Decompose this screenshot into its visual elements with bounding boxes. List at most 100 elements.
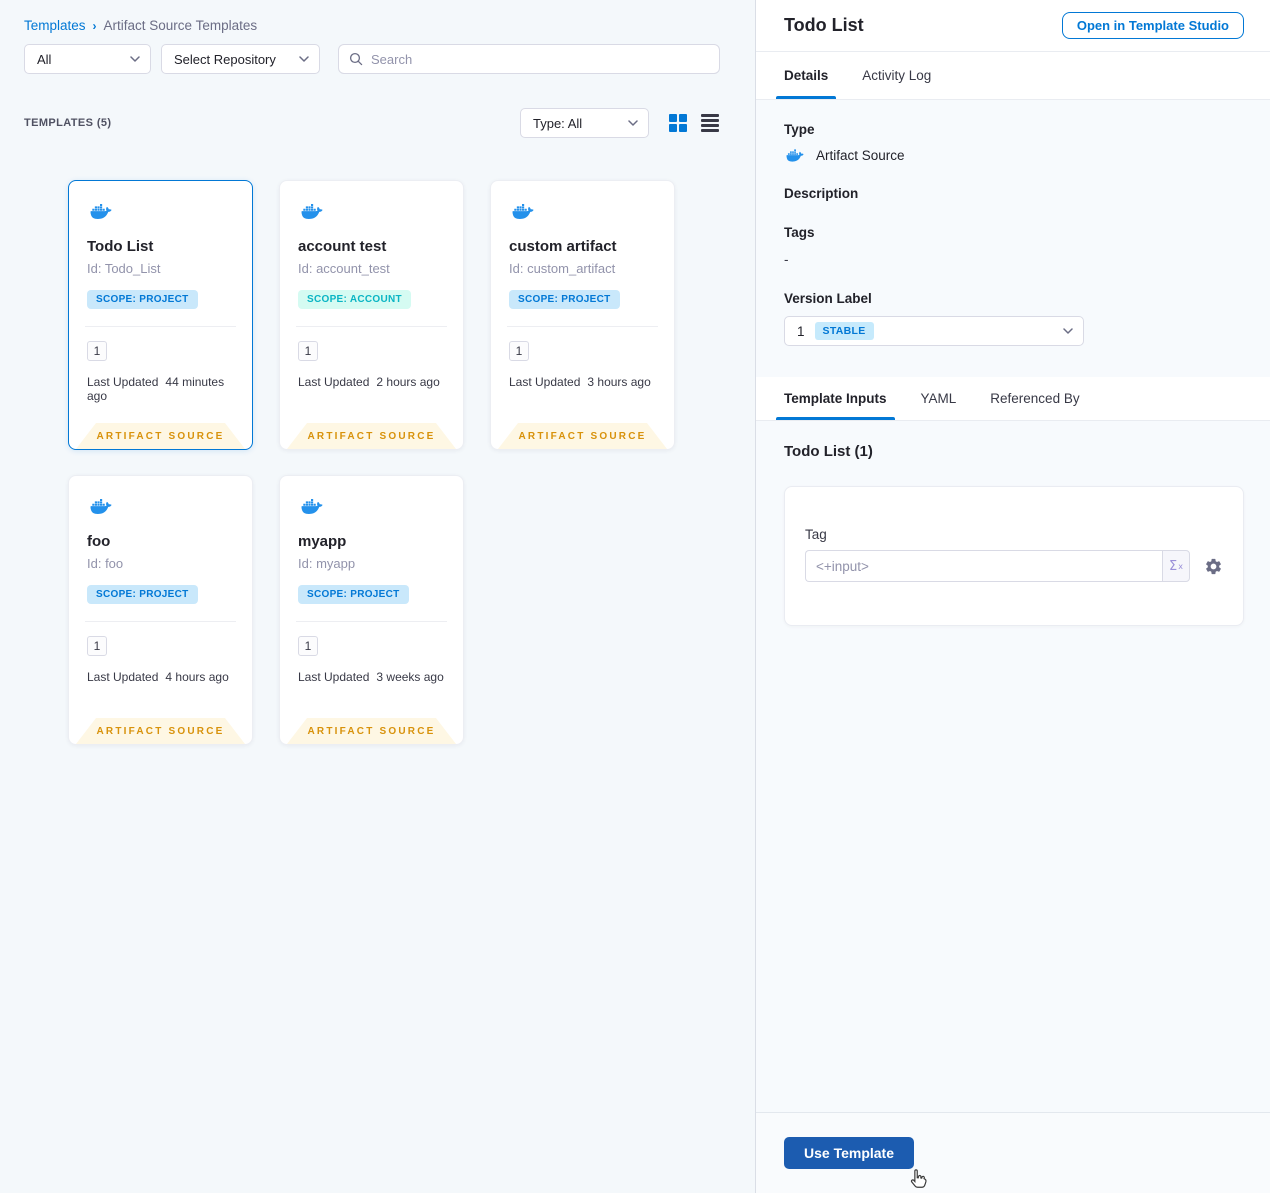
template-card-title: account test <box>298 238 387 255</box>
card-divider <box>85 621 236 622</box>
input-settings-gear-icon[interactable] <box>1204 557 1223 576</box>
docker-icon <box>509 201 656 222</box>
template-card[interactable]: Todo List Id: Todo_List SCOPE: PROJECT 1… <box>68 180 253 450</box>
template-card-id: Id: account_test <box>298 261 390 276</box>
details-footer: Use Template <box>756 1112 1270 1193</box>
last-updated-row: Last Updated 4 hours ago <box>87 670 234 684</box>
stable-badge: STABLE <box>814 322 874 340</box>
card-divider <box>296 621 447 622</box>
repository-filter-dropdown[interactable]: Select Repository <box>161 44 320 74</box>
last-updated-row: Last Updated 44 minutes ago <box>87 375 234 403</box>
last-updated-value: 4 hours ago <box>165 670 229 684</box>
chevron-down-icon <box>1063 328 1073 334</box>
version-count-box: 1 <box>298 636 318 656</box>
artifact-source-ribbon: ARTIFACT SOURCE <box>498 423 667 449</box>
artifact-source-ribbon: ARTIFACT SOURCE <box>76 718 245 744</box>
view-toggle <box>669 113 719 133</box>
version-count-box: 1 <box>87 636 107 656</box>
details-title: Todo List <box>784 15 864 35</box>
chevron-down-icon <box>628 120 638 126</box>
template-card-id: Id: myapp <box>298 556 356 571</box>
grid-view-icon[interactable] <box>669 114 687 132</box>
scope-badge: SCOPE: PROJECT <box>87 585 198 604</box>
scope-badge: SCOPE: PROJECT <box>509 290 620 309</box>
expression-input-type-button[interactable]: Σx <box>1162 550 1190 582</box>
last-updated-label: Last Updated <box>87 670 159 684</box>
version-count-box: 1 <box>298 341 318 361</box>
last-updated-label: Last Updated <box>298 375 370 389</box>
breadcrumb-templates-link[interactable]: Templates <box>24 18 86 33</box>
chevron-down-icon <box>130 56 140 62</box>
list-view-icon[interactable] <box>701 113 719 133</box>
tags-value: - <box>784 252 789 267</box>
template-card[interactable]: myapp Id: myapp SCOPE: PROJECT 1 Last Up… <box>279 475 464 745</box>
tag-input[interactable] <box>805 550 1162 582</box>
inputs-section-title: Todo List (1) <box>784 443 873 460</box>
search-input[interactable] <box>371 51 709 67</box>
last-updated-label: Last Updated <box>509 375 581 389</box>
version-value: 1 <box>797 323 805 339</box>
tab-template-inputs[interactable]: Template Inputs <box>776 377 894 420</box>
tab-activity-log[interactable]: Activity Log <box>862 52 931 99</box>
last-updated-value: 3 hours ago <box>587 375 651 389</box>
artifact-source-ribbon: ARTIFACT SOURCE <box>287 718 456 744</box>
use-template-button[interactable]: Use Template <box>784 1137 914 1169</box>
scope-filter-dropdown[interactable]: All <box>24 44 151 74</box>
docker-icon <box>784 147 806 164</box>
template-card[interactable]: custom artifact Id: custom_artifact SCOP… <box>490 180 675 450</box>
search-box <box>338 44 720 74</box>
template-details-panel: Todo List Open in Template Studio Detail… <box>756 0 1270 1193</box>
type-filter-value: Type: All <box>533 115 583 131</box>
template-card-title: myapp <box>298 533 347 550</box>
app-window: Templates › Artifact Source Templates Al… <box>0 0 1270 1193</box>
last-updated-label: Last Updated <box>87 375 159 389</box>
templates-grid: Todo List Id: Todo_List SCOPE: PROJECT 1… <box>68 180 675 745</box>
filter-row: All Select Repository <box>24 44 720 74</box>
docker-icon <box>87 496 234 517</box>
artifact-source-ribbon: ARTIFACT SOURCE <box>287 423 456 449</box>
template-card[interactable]: foo Id: foo SCOPE: PROJECT 1 Last Update… <box>68 475 253 745</box>
breadcrumb-separator-icon: › <box>92 18 97 33</box>
template-card-title: custom artifact <box>509 238 617 255</box>
details-tabs: Details Activity Log <box>756 52 1270 100</box>
template-card-title: Todo List <box>87 238 154 255</box>
details-body: Type Artifact Source Description Tags - … <box>756 100 1270 377</box>
template-card-title: foo <box>87 533 111 550</box>
open-template-studio-button[interactable]: Open in Template Studio <box>1061 12 1244 39</box>
docker-icon <box>87 201 234 222</box>
details-header: Todo List Open in Template Studio <box>756 0 1270 52</box>
type-value: Artifact Source <box>816 148 905 163</box>
template-card[interactable]: account test Id: account_test SCOPE: ACC… <box>279 180 464 450</box>
chevron-down-icon <box>299 56 309 62</box>
type-filter-dropdown[interactable]: Type: All <box>520 108 649 138</box>
type-value-row: Artifact Source <box>784 147 1242 164</box>
last-updated-row: Last Updated 2 hours ago <box>298 375 445 389</box>
last-updated-value: 3 weeks ago <box>376 670 444 684</box>
tab-yaml[interactable]: YAML <box>921 377 957 420</box>
inputs-tabs: Template Inputs YAML Referenced By <box>756 377 1270 421</box>
breadcrumb-current: Artifact Source Templates <box>103 18 258 33</box>
scope-badge: SCOPE: PROJECT <box>87 290 198 309</box>
breadcrumb: Templates › Artifact Source Templates <box>24 18 257 33</box>
version-count-box: 1 <box>509 341 529 361</box>
version-label: Version Label <box>784 291 872 306</box>
template-list-panel: Templates › Artifact Source Templates Al… <box>0 0 756 1193</box>
template-card-id: Id: foo <box>87 556 124 571</box>
tags-label: Tags <box>784 225 815 240</box>
last-updated-row: Last Updated 3 weeks ago <box>298 670 445 684</box>
scope-badge: SCOPE: PROJECT <box>298 585 409 604</box>
tag-label: Tag <box>805 527 827 542</box>
template-inputs-body: Todo List (1) Tag Σx <box>756 421 1270 1112</box>
template-card-id: Id: custom_artifact <box>509 261 616 276</box>
list-header: TEMPLATES (5) Type: All <box>24 108 719 138</box>
last-updated-row: Last Updated 3 hours ago <box>509 375 656 389</box>
scope-badge: SCOPE: ACCOUNT <box>298 290 411 309</box>
tab-referenced-by[interactable]: Referenced By <box>990 377 1079 420</box>
card-divider <box>85 326 236 327</box>
docker-icon <box>298 496 445 517</box>
tab-details[interactable]: Details <box>775 52 837 99</box>
version-dropdown[interactable]: 1 STABLE <box>784 316 1084 346</box>
tag-input-row: Σx <box>805 550 1223 582</box>
tag-input-card: Tag Σx <box>784 486 1244 626</box>
card-divider <box>296 326 447 327</box>
